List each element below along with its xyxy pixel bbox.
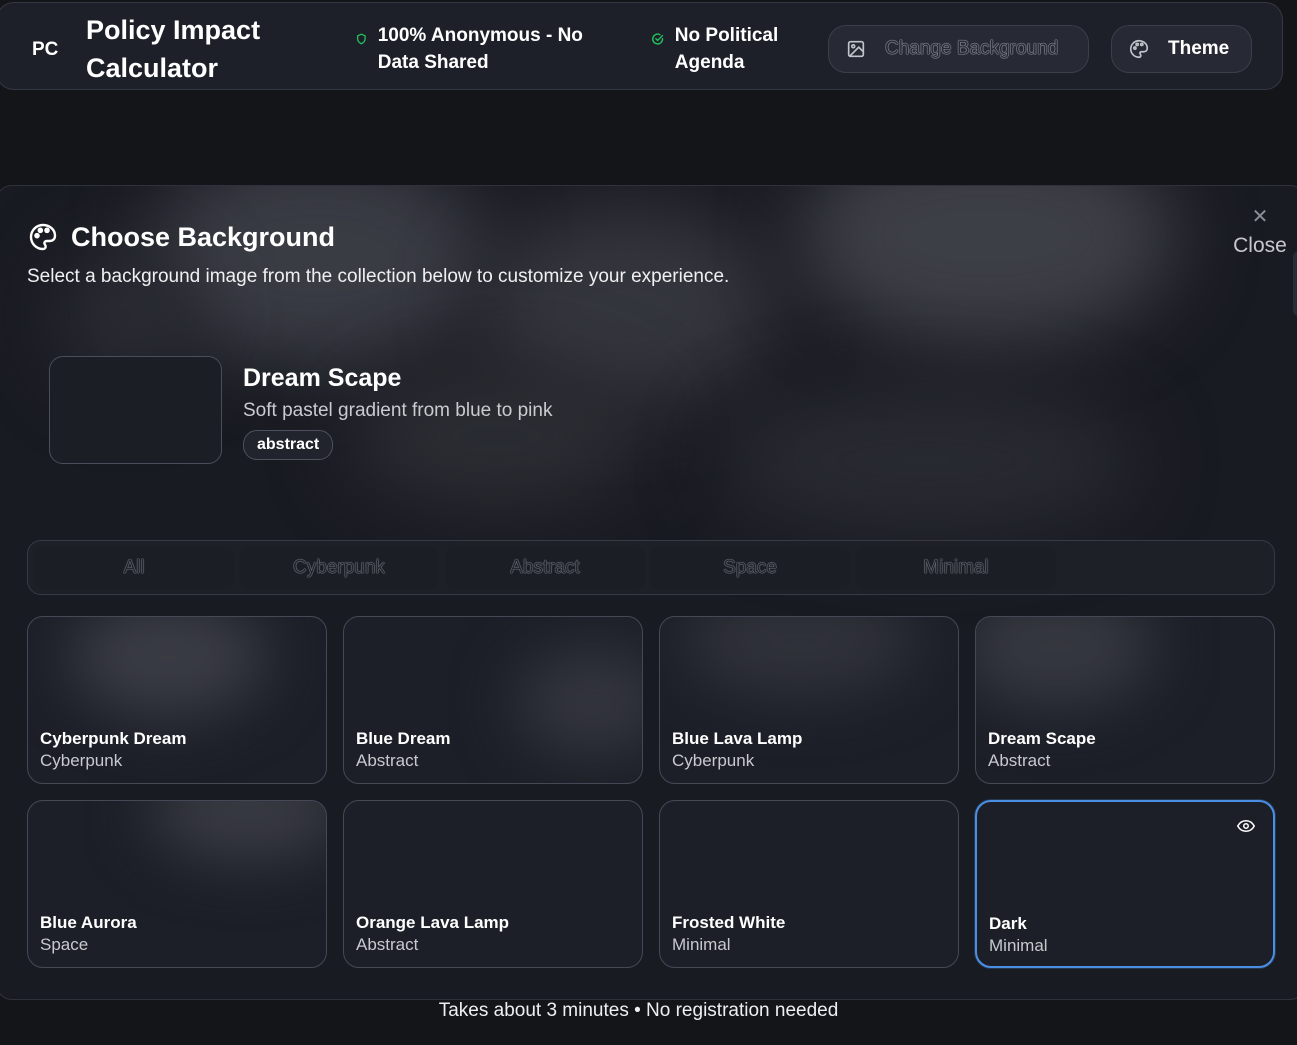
background-picker-modal: Choose Background Select a background im… xyxy=(0,185,1297,1000)
card-name: Blue Dream xyxy=(356,729,451,748)
modal-title: Choose Background xyxy=(71,221,336,252)
footer-note: Takes about 3 minutes • No registration … xyxy=(438,1000,839,1021)
card-category: Abstract xyxy=(988,751,1051,770)
card-category: Space xyxy=(40,935,89,954)
change-background-button[interactable]: Change Background xyxy=(828,25,1089,73)
modal-subtitle: Select a background image from the colle… xyxy=(27,266,730,287)
tab-minimal[interactable]: Minimal xyxy=(856,547,1056,589)
app-logo: PC xyxy=(32,39,59,60)
background-card-orange-lava-lamp[interactable]: Orange Lava Lamp Abstract xyxy=(343,800,643,968)
category-tabs: All Cyberpunk Abstract Space Minimal xyxy=(27,540,1275,595)
change-background-label: Change Background xyxy=(885,38,1059,59)
shield-icon xyxy=(357,33,366,45)
image-icon xyxy=(847,40,865,58)
palette-icon xyxy=(1129,39,1149,59)
tab-abstract[interactable]: Abstract xyxy=(445,547,645,589)
no-agenda-badge: No Political Agenda xyxy=(651,22,811,76)
card-name: Dark xyxy=(989,914,1027,933)
theme-label: Theme xyxy=(1168,38,1230,59)
check-circle-icon xyxy=(652,33,664,45)
close-button[interactable]: ✕ Close xyxy=(1227,206,1293,258)
card-name: Blue Aurora xyxy=(40,913,137,932)
background-card-blue-dream[interactable]: Blue Dream Abstract xyxy=(343,616,643,784)
app-header: PC Policy Impact Calculator 100% Anonymo… xyxy=(0,2,1283,90)
tab-cyberpunk[interactable]: Cyberpunk xyxy=(239,547,439,589)
card-name: Frosted White xyxy=(672,913,786,932)
background-card-cyberpunk-dream[interactable]: Cyberpunk Dream Cyberpunk xyxy=(27,616,327,784)
background-card-blue-aurora[interactable]: Blue Aurora Space xyxy=(27,800,327,968)
app-title: Policy Impact Calculator xyxy=(86,15,261,83)
tab-all[interactable]: All xyxy=(34,547,234,589)
card-name: Orange Lava Lamp xyxy=(356,913,510,932)
side-handle[interactable] xyxy=(1293,251,1297,316)
card-name: Cyberpunk Dream xyxy=(40,729,187,748)
modal-header: Choose Background xyxy=(27,221,335,253)
eye-icon[interactable] xyxy=(1237,820,1255,832)
preview-name: Dream Scape xyxy=(243,364,402,392)
card-category: Cyberpunk xyxy=(672,751,755,770)
preview-tag: abstract xyxy=(243,430,334,460)
background-card-frosted-white[interactable]: Frosted White Minimal xyxy=(659,800,959,968)
close-icon: ✕ xyxy=(1251,206,1269,228)
tab-space[interactable]: Space xyxy=(650,547,850,589)
background-card-dream-scape[interactable]: Dream Scape Abstract xyxy=(975,616,1275,784)
close-label: Close xyxy=(1233,234,1287,257)
anonymous-badge-text: 100% Anonymous - No Data Shared xyxy=(377,25,583,73)
palette-icon xyxy=(29,223,57,251)
card-category: Minimal xyxy=(989,936,1048,955)
preview-thumbnail xyxy=(49,356,222,464)
card-category: Cyberpunk xyxy=(40,751,123,770)
theme-button[interactable]: Theme xyxy=(1111,25,1252,73)
card-category: Abstract xyxy=(356,935,419,954)
preview-description: Soft pastel gradient from blue to pink xyxy=(243,400,553,421)
background-card-dark[interactable]: Dark Minimal xyxy=(975,800,1275,968)
anonymous-badge: 100% Anonymous - No Data Shared xyxy=(355,22,605,76)
card-name: Dream Scape xyxy=(988,729,1096,748)
card-name: Blue Lava Lamp xyxy=(672,729,803,748)
card-category: Abstract xyxy=(356,751,419,770)
no-agenda-badge-text: No Political Agenda xyxy=(674,25,779,73)
card-category: Minimal xyxy=(672,935,731,954)
background-card-blue-lava-lamp[interactable]: Blue Lava Lamp Cyberpunk xyxy=(659,616,959,784)
